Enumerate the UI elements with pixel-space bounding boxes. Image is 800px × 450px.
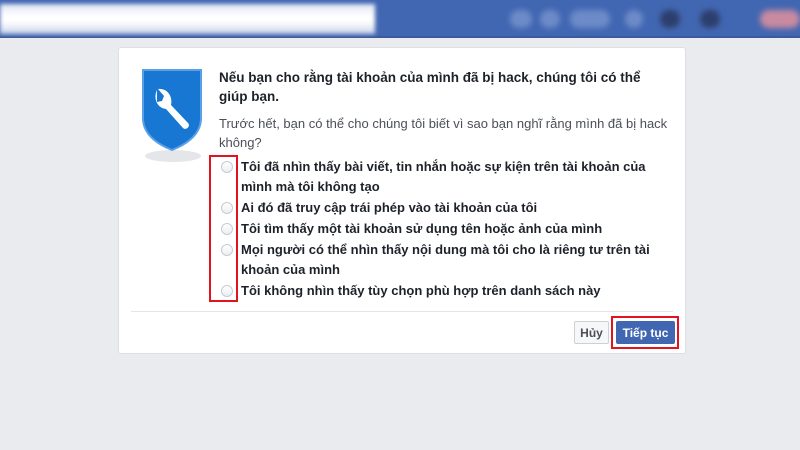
friends-icon[interactable]: [660, 10, 680, 28]
divider: [131, 311, 673, 312]
messages-icon[interactable]: [700, 10, 720, 28]
option-label: Tôi tìm thấy một tài khoản sử dụng tên h…: [241, 221, 603, 236]
reason-option[interactable]: Tôi đã nhìn thấy bài viết, tin nhắn hoặc…: [219, 157, 659, 197]
option-label: Tôi không nhìn thấy tùy chọn phù hợp trê…: [241, 283, 601, 298]
reason-options: Tôi đã nhìn thấy bài viết, tin nhắn hoặc…: [219, 157, 659, 302]
option-label: Tôi đã nhìn thấy bài viết, tin nhắn hoặc…: [241, 159, 646, 194]
nav-link[interactable]: [625, 10, 643, 28]
search-input[interactable]: [0, 4, 375, 34]
option-label: Mọi người có thể nhìn thấy nội dung mà t…: [241, 242, 650, 277]
notifications-icon[interactable]: [760, 10, 800, 28]
cancel-button[interactable]: Hủy: [574, 321, 609, 344]
option-label: Ai đó đã truy cập trái phép vào tài khoả…: [241, 200, 538, 215]
nav-link[interactable]: [540, 10, 560, 28]
reason-option[interactable]: Ai đó đã truy cập trái phép vào tài khoả…: [219, 198, 659, 218]
hacked-account-dialog: Nếu bạn cho rằng tài khoản của mình đã b…: [118, 47, 686, 354]
reason-option[interactable]: Tôi không nhìn thấy tùy chọn phù hợp trê…: [219, 281, 659, 301]
dialog-heading: Nếu bạn cho rằng tài khoản của mình đã b…: [219, 70, 641, 104]
reason-option[interactable]: Tôi tìm thấy một tài khoản sử dụng tên h…: [219, 219, 659, 239]
continue-highlight-box: [611, 316, 679, 349]
nav-link[interactable]: [570, 10, 610, 28]
top-navigation-bar: [0, 0, 800, 38]
reason-option[interactable]: Mọi người có thể nhìn thấy nội dung mà t…: [219, 240, 659, 280]
dialog-subtitle: Trước hết, bạn có thể cho chúng tôi biết…: [219, 116, 668, 150]
security-shield-wrench-icon: [142, 69, 202, 152]
radio-highlight-box: [209, 155, 238, 302]
profile-avatar[interactable]: [510, 10, 532, 28]
